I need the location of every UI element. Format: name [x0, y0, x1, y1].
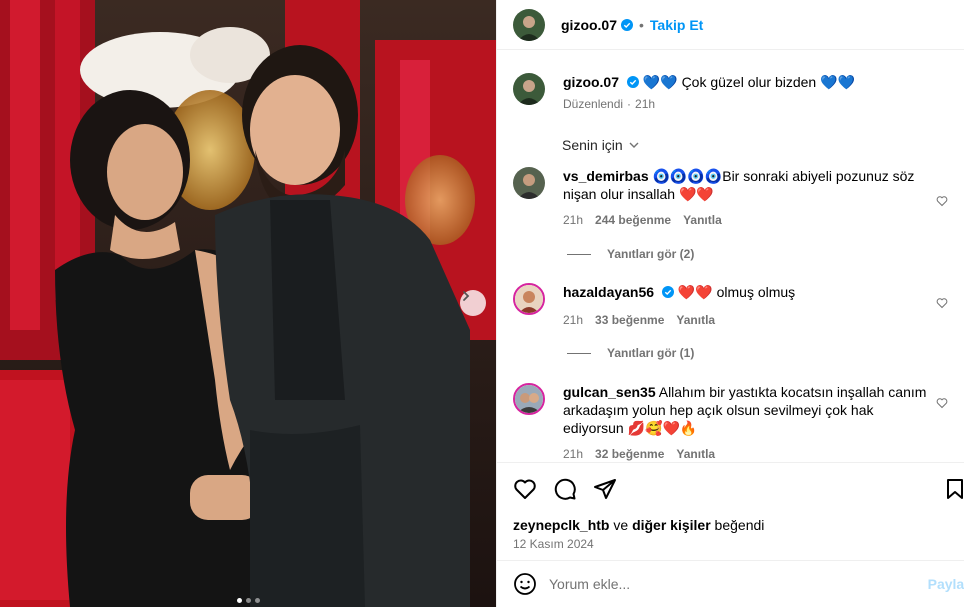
follow-button[interactable]: Takip Et [650, 17, 703, 33]
comment-sort-dropdown[interactable]: Senin için [562, 137, 641, 153]
heart-icon[interactable] [513, 477, 537, 501]
caption: gizoo.07 💙💙 Çok güzel olur bizden 💙💙 Düz… [513, 73, 855, 111]
carousel-dot[interactable] [245, 598, 251, 603]
carousel-dot[interactable] [254, 598, 260, 603]
comment-bubble-icon[interactable] [553, 477, 577, 501]
comment-item: vs_demirbas 🧿🧿🧿🧿Bir sonraki abiyeli pozu… [513, 167, 923, 227]
comment-time[interactable]: 21h [563, 213, 583, 227]
action-bar [497, 462, 964, 512]
comment-time[interactable]: 21h [563, 313, 583, 327]
verified-badge-icon [626, 76, 639, 88]
commenter-avatar[interactable] [513, 283, 545, 315]
comment-item: hazaldayan56 ❤️❤️ olmuş olmuş 21h 33 beğ… [513, 283, 923, 327]
carousel-next-button[interactable] [460, 290, 486, 316]
heart-icon[interactable] [936, 397, 948, 409]
comments-scroll[interactable]: gizoo.07 💙💙 Çok güzel olur bizden 💙💙 Düz… [497, 51, 964, 461]
smiley-icon[interactable] [513, 572, 537, 596]
commenter-username[interactable]: vs_demirbas [563, 168, 649, 184]
comment-likes[interactable]: 244 beğenme [595, 213, 671, 227]
sort-label: Senin için [562, 137, 623, 153]
caption-emoji: 💙💙 [820, 74, 855, 90]
carousel-dot[interactable] [236, 598, 242, 603]
separator-dot: • [639, 16, 644, 33]
comment-likes[interactable]: 33 beğenme [595, 313, 664, 327]
comment-likes[interactable]: 32 beğenme [595, 447, 664, 461]
comment-composer: Paylaş [497, 560, 964, 607]
post-modal: gizoo.07 • Takip Et gizoo.07 💙💙 Çok güze… [0, 0, 964, 607]
post-date[interactable]: 12 Kasım 2024 [513, 537, 594, 551]
view-replies-button[interactable]: Yanıtları gör (1) [567, 346, 694, 360]
likes-user[interactable]: zeynepclk_htb [513, 517, 609, 533]
comment-input[interactable] [549, 576, 909, 592]
view-replies-label: Yanıtları gör (1) [607, 346, 695, 360]
replies-divider [567, 253, 591, 255]
comment-time[interactable]: 21h [563, 447, 583, 461]
photo-image [0, 0, 496, 607]
reply-button[interactable]: Yanıtla [683, 213, 722, 227]
caption-emoji: 💙💙 [642, 74, 678, 90]
likes-summary: zeynepclk_htb ve diğer kişiler beğendi [513, 517, 764, 533]
reply-button[interactable]: Yanıtla [676, 447, 715, 461]
likes-others[interactable]: diğer kişiler [632, 517, 711, 533]
reply-button[interactable]: Yanıtla [676, 313, 715, 327]
chevron-down-icon [629, 142, 639, 148]
heart-icon[interactable] [936, 297, 948, 309]
commenter-avatar[interactable] [513, 167, 545, 199]
view-replies-button[interactable]: Yanıtları gör (2) [567, 247, 694, 261]
paper-plane-icon[interactable] [593, 477, 617, 501]
comment-text: ❤️❤️ olmuş olmuş [677, 284, 796, 300]
replies-divider [567, 352, 591, 354]
post-side-panel: gizoo.07 • Takip Et gizoo.07 💙💙 Çok güze… [496, 0, 964, 607]
commenter-avatar[interactable] [513, 383, 545, 415]
edited-label: Düzenlendi [563, 97, 624, 111]
author-avatar[interactable] [513, 73, 545, 105]
likes-suffix: beğendi [714, 517, 765, 533]
commenter-username[interactable]: gulcan_sen35 [563, 384, 656, 400]
post-header: gizoo.07 • Takip Et [497, 0, 964, 50]
verified-badge-icon [621, 18, 634, 31]
caption-text: Çok güzel olur bizden [681, 74, 817, 90]
author-username[interactable]: gizoo.07 [561, 17, 617, 33]
caption-time[interactable]: 21h [635, 97, 655, 111]
post-photo [0, 0, 496, 607]
post-comment-button[interactable]: Paylaş [928, 576, 964, 592]
commenter-username[interactable]: hazaldayan56 [563, 284, 654, 300]
verified-badge-icon [661, 286, 674, 298]
bookmark-icon[interactable] [943, 477, 964, 501]
author-avatar[interactable] [513, 8, 545, 41]
view-replies-label: Yanıtları gör (2) [607, 247, 695, 261]
caption-username[interactable]: gizoo.07 [563, 74, 619, 90]
comment-item: gulcan_sen35 Allahım bir yastıkta kocats… [513, 383, 935, 461]
carousel-indicator [0, 598, 496, 603]
meta-dot: · [627, 97, 632, 111]
likes-and: ve [613, 517, 629, 533]
heart-icon[interactable] [936, 195, 948, 207]
chevron-right-icon [463, 291, 470, 301]
